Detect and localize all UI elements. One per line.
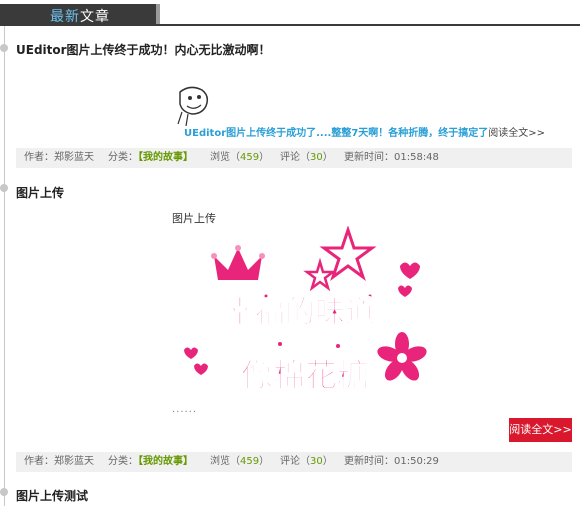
meme-face-image — [177, 86, 209, 127]
views-label: 浏览（ — [210, 152, 240, 163]
comments-label: 评论（ — [280, 152, 310, 163]
title-highlight: 最新 — [50, 9, 80, 25]
title-rest: 文章 — [80, 9, 110, 25]
timeline-dot — [0, 44, 8, 52]
post-title-link[interactable]: UEditor图片上传终于成功！内心无比激动啊！ — [16, 41, 271, 58]
category-link[interactable]: 【我的故事】 — [138, 152, 193, 163]
author-text: 作者：郑影蓝天 — [24, 456, 94, 467]
category-label: 分类： — [108, 152, 138, 163]
comments-label: 评论（ — [280, 456, 310, 467]
image-line1: 幸福的味道 — [225, 295, 375, 330]
category-block: 分类：【我的故事】 — [108, 452, 193, 472]
post-meta-bar: 作者：郑影蓝天 分类：【我的故事】 浏览（459） 评论（30） 更新时间：01… — [16, 452, 572, 472]
views-end: ） — [259, 456, 270, 467]
timeline-rail — [4, 26, 5, 506]
comments-count: 30 — [310, 152, 323, 163]
post-title-link[interactable]: 图片上传测试 — [16, 487, 88, 504]
views-label: 浏览（ — [210, 456, 240, 467]
views-end: ） — [259, 152, 270, 163]
views-block: 浏览（459） — [210, 148, 269, 168]
image-line2: 像棉花糖 — [241, 356, 369, 394]
header-divider — [0, 24, 580, 26]
timeline-dot — [0, 488, 8, 496]
views-count: 459 — [240, 456, 260, 467]
ellipsis: ...... — [172, 404, 198, 415]
post-title-link[interactable]: 图片上传 — [16, 184, 64, 201]
updated-time: 更新时间：01:50:29 — [344, 456, 439, 467]
category-link[interactable]: 【我的故事】 — [138, 456, 193, 467]
category-label: 分类： — [108, 456, 138, 467]
category-block: 分类：【我的故事】 — [108, 148, 193, 168]
comments-end: ） — [322, 456, 333, 467]
post-meta-bar: 作者：郑影蓝天 分类：【我的故事】 浏览（459） 评论（30） 更新时间：01… — [16, 148, 572, 168]
comments-block: 评论（30） — [280, 452, 333, 472]
views-block: 浏览（459） — [210, 452, 269, 472]
section-title: 最新文章 — [50, 6, 110, 26]
read-more-button[interactable]: 阅读全文>> — [509, 418, 572, 442]
views-count: 459 — [240, 152, 260, 163]
comments-count: 30 — [310, 456, 323, 467]
section-header: 最新文章 — [0, 0, 580, 26]
post-excerpt: UEditor图片上传终于成功了....整整7天啊！各种折腾，终于搞定了阅读全文… — [184, 124, 545, 139]
author-text: 作者：郑影蓝天 — [24, 152, 94, 163]
read-more-link[interactable]: 阅读全文>> — [488, 128, 545, 139]
post-body-text: 图片上传 — [172, 212, 216, 225]
updated-time: 更新时间：01:58:48 — [344, 152, 439, 163]
excerpt-text: UEditor图片上传终于成功了....整整7天啊！各种折腾，终于搞定了 — [184, 128, 489, 139]
comments-block: 评论（30） — [280, 148, 333, 168]
comments-end: ） — [322, 152, 333, 163]
timeline-dot — [0, 184, 8, 192]
cotton-candy-image: 幸福的味道 像棉花糖 — [184, 226, 427, 395]
